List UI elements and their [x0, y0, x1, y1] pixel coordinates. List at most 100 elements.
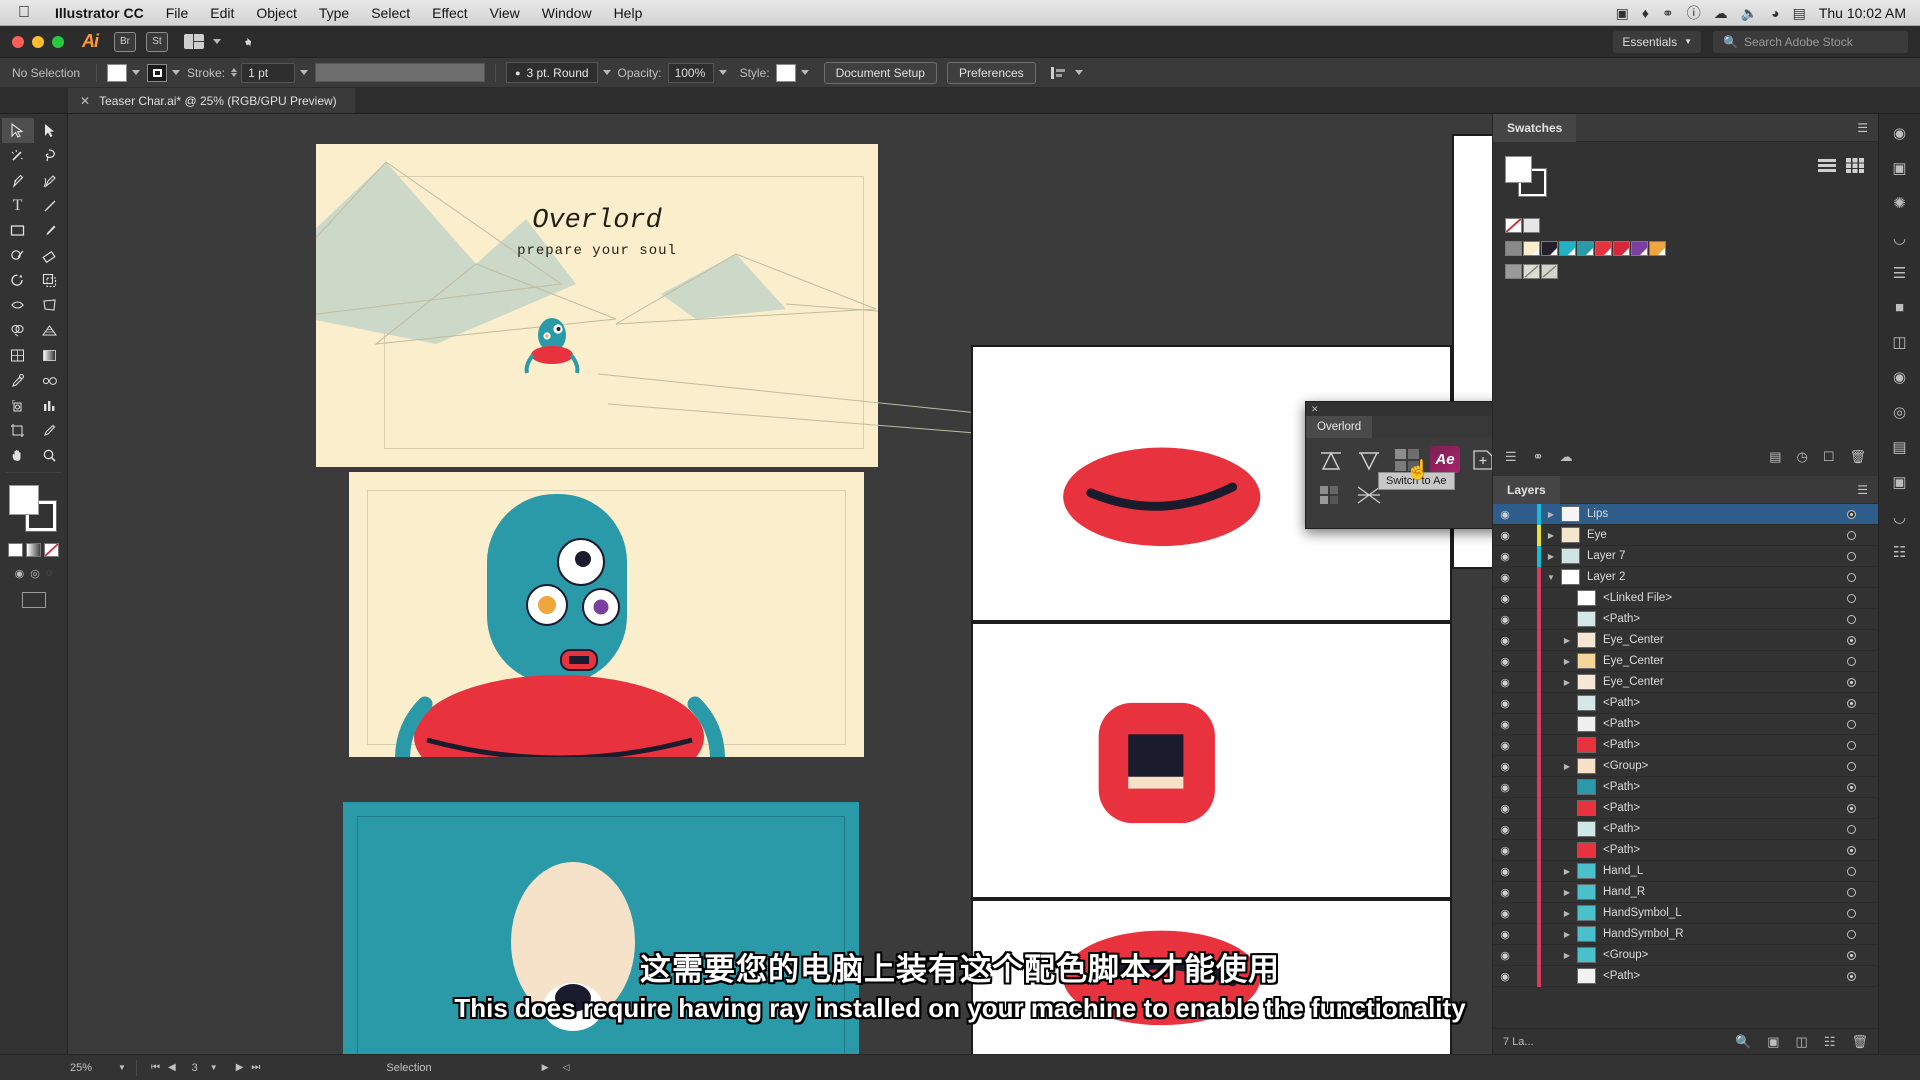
- draw-inside-icon[interactable]: ◌: [46, 567, 53, 580]
- grid-view-icon[interactable]: [1846, 158, 1864, 173]
- layer-row[interactable]: ◉ <Path>: [1493, 713, 1878, 735]
- layer-row[interactable]: ◉ <Path>: [1493, 965, 1878, 987]
- menu-edit[interactable]: Edit: [199, 5, 245, 21]
- style-chevron-down-icon[interactable]: [800, 70, 809, 75]
- make-clipping-mask-icon[interactable]: ▣: [1767, 1034, 1779, 1050]
- layer-name[interactable]: <Path>: [1603, 970, 1838, 982]
- chevron-right-icon[interactable]: ▶: [1557, 909, 1577, 918]
- swatch-cell[interactable]: [1649, 241, 1666, 256]
- layer-visibility-icon[interactable]: ◉: [1493, 844, 1517, 857]
- brush-chevron-down-icon[interactable]: [602, 70, 611, 75]
- layer-row[interactable]: ◉ ▶ Lips: [1493, 504, 1878, 525]
- transparency-icon[interactable]: ◫: [1892, 333, 1906, 351]
- layer-name[interactable]: Eye: [1587, 529, 1838, 541]
- stroke-color-swatch[interactable]: [147, 63, 168, 82]
- blend-tool[interactable]: [34, 368, 66, 393]
- layer-target-indicator[interactable]: [1838, 929, 1864, 939]
- stroke-chevron-down-icon[interactable]: [172, 70, 181, 75]
- line-segment-tool[interactable]: [34, 193, 66, 218]
- libraries-icon[interactable]: ☷: [1893, 543, 1906, 561]
- volume-icon[interactable]: 🔈: [1741, 6, 1758, 20]
- swatch-cell[interactable]: [1631, 241, 1648, 256]
- gradient-icon[interactable]: ■: [1895, 299, 1904, 316]
- rotate-tool[interactable]: [2, 268, 34, 293]
- layer-row[interactable]: ◉ <Path>: [1493, 776, 1878, 798]
- direct-selection-tool[interactable]: [34, 118, 66, 143]
- shaper-tool[interactable]: [2, 243, 34, 268]
- layer-name[interactable]: Hand_L: [1603, 865, 1838, 877]
- menu-type[interactable]: Type: [308, 5, 360, 21]
- opacity-input[interactable]: 100%: [667, 62, 714, 83]
- chevron-right-icon[interactable]: ▶: [1557, 636, 1577, 645]
- chevron-down-icon[interactable]: ▼: [1541, 573, 1561, 582]
- layer-name[interactable]: <Path>: [1603, 739, 1838, 751]
- symbols-icon[interactable]: ◡: [1893, 229, 1906, 247]
- draw-behind-icon[interactable]: ◎: [30, 567, 40, 580]
- width-tool[interactable]: [2, 293, 34, 318]
- variable-width-profile-bar[interactable]: [315, 63, 486, 82]
- layer-target-indicator[interactable]: [1838, 782, 1864, 792]
- first-artboard-icon[interactable]: ⏮: [147, 1062, 164, 1073]
- layer-visibility-icon[interactable]: ◉: [1493, 949, 1517, 962]
- stroke-icon[interactable]: ☰: [1893, 264, 1906, 282]
- layer-row[interactable]: ◉ ▶ HandSymbol_R: [1493, 923, 1878, 945]
- layer-target-indicator[interactable]: [1838, 593, 1864, 603]
- swatch-options-icon[interactable]: ▤: [1769, 449, 1781, 465]
- layer-name[interactable]: HandSymbol_L: [1603, 907, 1838, 919]
- layer-row[interactable]: ◉ ▶ Eye: [1493, 524, 1878, 546]
- layer-target-indicator[interactable]: [1838, 824, 1864, 834]
- appearance-icon[interactable]: ◉: [1893, 368, 1906, 386]
- stroke-weight-input[interactable]: 1 pt: [241, 62, 296, 83]
- layer-target-indicator[interactable]: [1838, 656, 1864, 666]
- align-icon[interactable]: ▤: [1892, 438, 1906, 456]
- swatch-cell[interactable]: [1577, 241, 1594, 256]
- eraser-tool[interactable]: [34, 243, 66, 268]
- layer-target-indicator[interactable]: [1838, 509, 1864, 519]
- last-artboard-icon[interactable]: ⏭: [247, 1062, 264, 1073]
- swatch-none[interactable]: [1505, 218, 1522, 233]
- layer-target-indicator[interactable]: [1838, 572, 1864, 582]
- close-icon[interactable]: ✕: [80, 94, 90, 108]
- color-icon[interactable]: [8, 543, 23, 557]
- layer-row[interactable]: ◉ ▶ HandSymbol_L: [1493, 902, 1878, 924]
- column-graph-tool[interactable]: [34, 393, 66, 418]
- layer-target-indicator[interactable]: [1838, 677, 1864, 687]
- layer-name[interactable]: Hand_R: [1603, 886, 1838, 898]
- layer-visibility-icon[interactable]: ◉: [1493, 781, 1517, 794]
- artboard-chevron-down-icon[interactable]: ▼: [210, 1063, 218, 1072]
- menu-view[interactable]: View: [479, 5, 531, 21]
- document-setup-button[interactable]: Document Setup: [823, 61, 937, 84]
- chevron-right-icon[interactable]: ▶: [1557, 930, 1577, 939]
- layer-target-indicator[interactable]: [1838, 719, 1864, 729]
- pathfinder-icon[interactable]: ◡: [1893, 508, 1906, 526]
- layer-name[interactable]: Eye_Center: [1603, 676, 1838, 688]
- layer-visibility-icon[interactable]: ◉: [1493, 802, 1517, 815]
- rocket-icon[interactable]: ➧: [239, 31, 258, 52]
- menu-window[interactable]: Window: [531, 5, 603, 21]
- brush-definition-select[interactable]: ● 3 pt. Round: [506, 62, 598, 83]
- layer-target-indicator[interactable]: [1838, 845, 1864, 855]
- switch-to-ae-icon[interactable]: Ae: [1430, 446, 1460, 473]
- os-clock[interactable]: Thu 10:02 AM: [1819, 5, 1906, 21]
- shape-builder-tool[interactable]: [2, 318, 34, 343]
- panel-menu-icon[interactable]: ☰: [1857, 122, 1878, 134]
- workspace-switcher[interactable]: Essentials ▼: [1613, 30, 1701, 53]
- new-swatch-icon[interactable]: ☐: [1823, 449, 1835, 465]
- layer-visibility-icon[interactable]: ◉: [1493, 928, 1517, 941]
- screen-record-icon[interactable]: ▣: [1616, 6, 1629, 20]
- dropbox-icon[interactable]: ♦: [1642, 6, 1649, 20]
- magic-wand-tool[interactable]: [2, 143, 34, 168]
- layer-target-indicator[interactable]: [1838, 530, 1864, 540]
- artboard-tool[interactable]: [2, 418, 34, 443]
- layer-visibility-icon[interactable]: ◉: [1493, 823, 1517, 836]
- layer-name[interactable]: <Path>: [1603, 697, 1838, 709]
- layer-row[interactable]: ◉ ▶ Layer 7: [1493, 545, 1878, 567]
- document-tab[interactable]: ✕ Teaser Char.ai* @ 25% (RGB/GPU Preview…: [68, 88, 355, 113]
- layer-name[interactable]: HandSymbol_R: [1603, 928, 1838, 940]
- overlord-panel[interactable]: ✕ « Overlord ☰ Ae: [1305, 401, 1520, 529]
- link-icon[interactable]: ⚭: [1533, 449, 1544, 465]
- none-icon[interactable]: [44, 543, 59, 557]
- layer-name[interactable]: <Path>: [1603, 613, 1838, 625]
- zoom-level[interactable]: 25%: [70, 1062, 92, 1074]
- chevron-right-icon[interactable]: ▶: [1557, 657, 1577, 666]
